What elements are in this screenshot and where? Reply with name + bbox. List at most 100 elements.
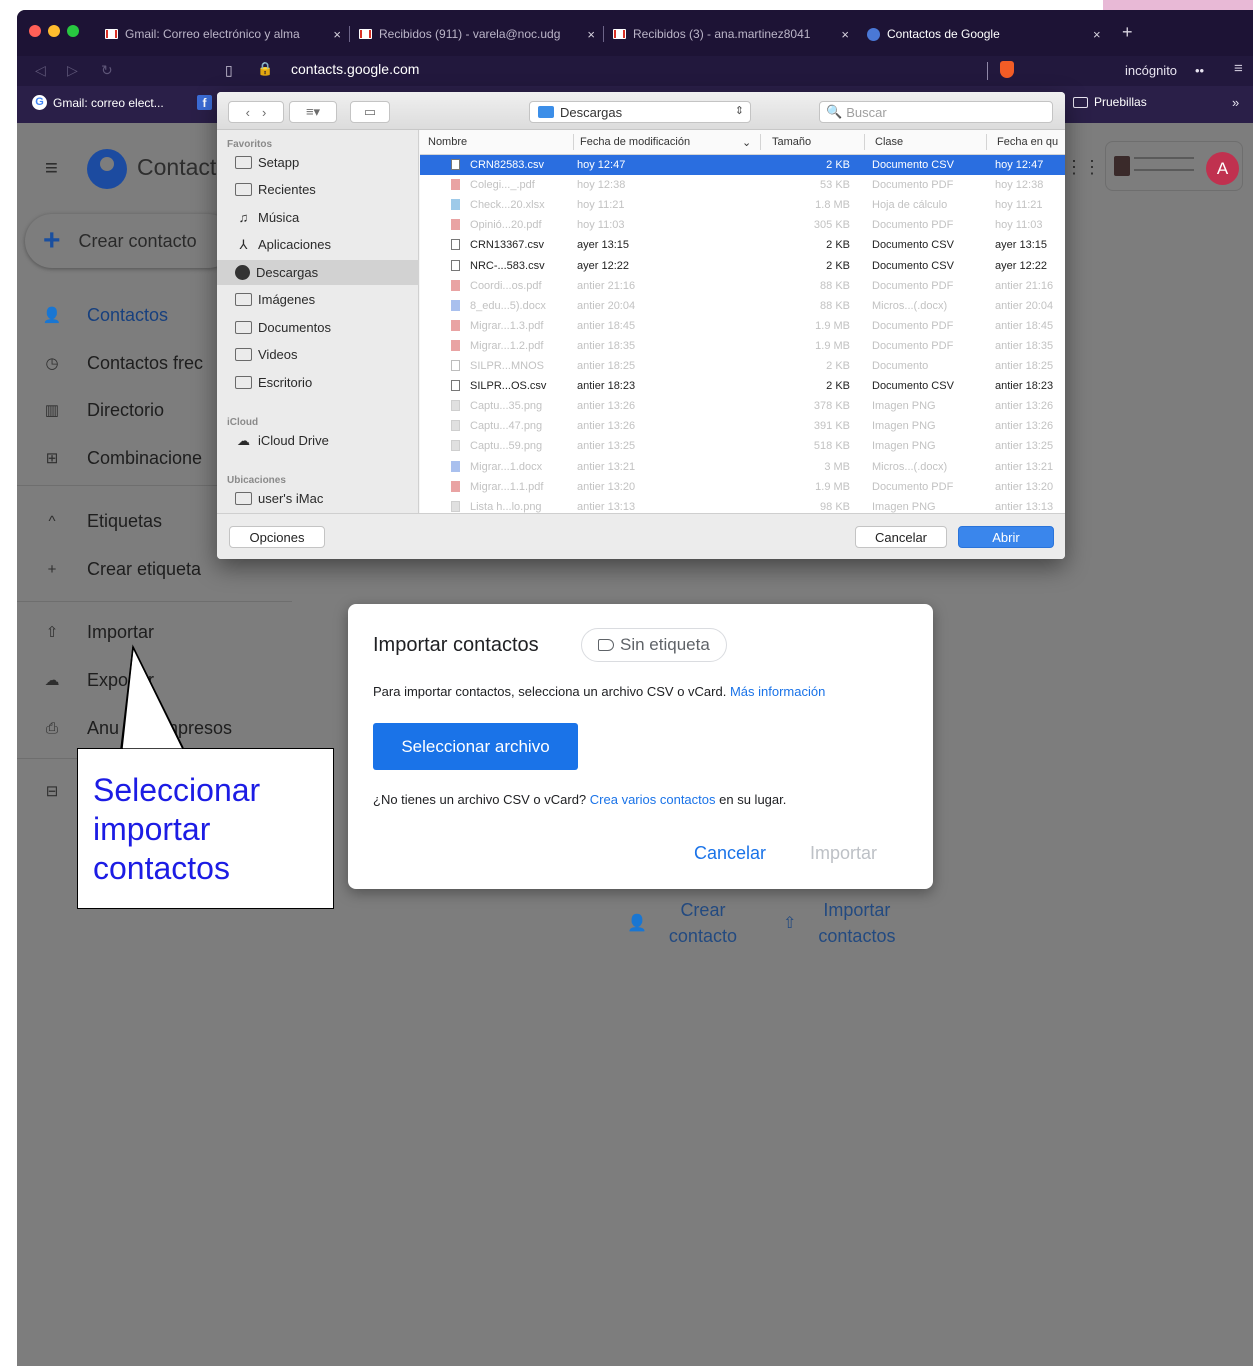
column-header-modified[interactable]: Fecha de modificación [580,136,690,148]
sidebar-item-icloud-drive[interactable]: ☁ iCloud Drive [217,428,419,453]
sidebar-item-imagenes[interactable]: Imágenes [217,287,419,312]
file-cell-kind: Documento PDF [872,279,954,292]
upload-icon: ⇧ [783,915,797,932]
file-row: Colegi..._.pdf hoy 12:38 53 KB Documento PD… [420,175,1065,195]
options-button[interactable]: Opciones [229,526,325,548]
file-cell-name: Opinió...20.pdf [470,219,542,232]
contacts-icon [867,27,880,41]
sidebar-item-label: user's iMac [258,491,324,506]
chevron-right-icon[interactable]: › [256,105,272,120]
sidebar-item-recientes[interactable]: Recientes [217,177,419,202]
file-cell-modified: antier 18:25 [577,360,636,372]
file-row[interactable]: SILPR...OS.csv antier 18:23 2 KB Documento … [420,376,1065,396]
file-cell-kind: Documento CSV [872,380,954,393]
png-file-icon [451,420,460,432]
label-chip[interactable]: Sin etiqueta [581,628,727,662]
file-row: Captu...35.png antier 13:26 378 KB Imagen P… [420,396,1065,416]
chevron-left-icon[interactable]: ‹ [240,105,256,120]
callout-pointer-shape [120,644,185,750]
file-cell-size: 2 KB [826,239,850,252]
file-cell-added: hoy 11:21 [995,199,1043,212]
file-cell-kind: Documento PDF [872,339,954,352]
tab-recibidos-ana[interactable]: Recibidos (3) - ana.martinez8041 × [605,20,857,48]
file-open-dialog: ‹ › ≡▾ ▭ Descargas ⇕ 🔍 Buscar Favoritos … [217,92,1065,559]
close-icon[interactable]: × [587,27,595,42]
tab-contactos[interactable]: Contactos de Google × [859,20,1111,48]
sidebar-item-musica[interactable]: ♫ Música [217,205,419,230]
sidebar-item-descargas[interactable]: Descargas [217,260,419,285]
create-multiple-link[interactable]: Crea varios contactos [590,792,716,807]
file-cell-size: 3 MB [824,460,850,473]
file-cell-modified: antier 13:13 [577,500,636,513]
empty-import-contacts[interactable]: ⇧ Importar contactos [783,897,895,949]
cancel-file-button[interactable]: Cancelar [855,526,947,548]
file-cell-kind: Documento CSV [872,239,954,252]
file-cell-added: antier 20:04 [995,299,1054,312]
csv-file-icon [451,159,460,170]
doc-file-icon [451,460,460,472]
csv-file-icon [451,259,460,271]
csv-file-icon [451,239,460,251]
file-list-header: Nombre Fecha de modificación ⌄ Tamaño Cl… [420,130,1065,155]
file-cell-added: antier 18:25 [995,360,1054,372]
file-row[interactable]: CRN82583.csv hoy 12:47 2 KB Documento CSV ho… [420,155,1065,175]
tab-recibidos-varela[interactable]: Recibidos (911) - varela@noc.udg × [351,20,603,48]
menu-icon[interactable]: ≡ [1234,60,1243,77]
camera-icon [235,293,252,306]
bookmarks-overflow-icon[interactable]: » [1232,95,1239,110]
sidebar-item-setapp[interactable]: Setapp [217,150,419,175]
dialog-instruction: Para importar contactos, selecciona un a… [373,684,825,699]
file-cell-size: 1.9 MB [815,480,850,493]
search-placeholder: Buscar [846,104,887,120]
close-icon[interactable]: × [841,27,849,42]
file-cell-size: 98 KB [820,500,850,513]
file-cell-added: antier 13:25 [995,440,1054,453]
column-header-name[interactable]: Nombre [428,136,467,148]
new-tab-button[interactable]: + [1122,22,1133,43]
alternative-prefix: ¿No tienes un archivo CSV o vCard? [373,792,587,807]
clock-icon [235,183,252,196]
annotation-callout: Seleccionar importar contactos [77,748,334,909]
sidebar-item-label: Escritorio [258,375,313,390]
file-cell-modified: antier 13:26 [577,420,636,433]
column-header-added[interactable]: Fecha en qu [997,136,1058,148]
file-cell-added: antier 18:45 [995,319,1054,332]
column-divider [986,134,987,150]
sidebar-item-videos[interactable]: Videos [217,342,419,367]
file-cell-kind: Documento PDF [872,480,954,493]
column-header-kind[interactable]: Clase [875,136,903,148]
avatar[interactable]: A [1206,152,1239,185]
folder-icon [538,106,554,118]
sidebar-item-documentos[interactable]: Documentos [217,315,419,340]
sidebar-item-escritorio[interactable]: Escritorio [217,370,419,395]
instruction-text: Para importar contactos, selecciona un a… [373,684,727,699]
open-button[interactable]: Abrir [958,526,1054,548]
brave-shield-icon[interactable] [1000,61,1014,78]
file-cell-name: Migrar...1.3.pdf [470,319,544,332]
import-button[interactable]: Importar [810,843,877,864]
close-icon[interactable]: × [1093,27,1101,42]
sidebar-item-user-imac[interactable]: user's iMac [217,486,419,511]
file-row[interactable]: NRC-...583.csv ayer 12:22 2 KB Documento CS… [420,256,1065,276]
back-forward-control[interactable]: ‹ › [228,101,284,123]
file-cell-name: Check...20.xlsx [470,199,545,212]
pdf-file-icon [451,219,460,231]
sidebar-item-aplicaciones[interactable]: ⅄ Aplicaciones [217,232,419,257]
file-row[interactable]: CRN13367.csv ayer 13:15 2 KB Documento CSV a… [420,235,1065,255]
cloud-icon: ☁ [237,432,250,448]
apps-grid-icon[interactable]: ⋮⋮ [1065,157,1101,178]
file-search-input[interactable]: 🔍 Buscar [819,101,1053,123]
view-mode-button[interactable]: ≡▾ [289,101,337,123]
empty-action-line: contactos [818,926,896,946]
column-header-size[interactable]: Tamaño [772,136,811,148]
file-cell-name: NRC-...583.csv [470,259,545,272]
new-folder-button[interactable]: ▭ [350,101,390,123]
empty-create-contact[interactable]: 👤 Crear contacto [627,897,737,949]
bookmark-pruebillas[interactable]: Pruebillas [1073,95,1147,109]
incognito-icon: •• [1195,63,1205,78]
more-info-link[interactable]: Más información [730,684,825,699]
select-file-button[interactable]: Seleccionar archivo [373,723,578,770]
cancel-button[interactable]: Cancelar [694,843,766,864]
file-cell-modified: antier 20:04 [577,299,636,312]
location-popup[interactable]: Descargas ⇕ [529,101,751,123]
